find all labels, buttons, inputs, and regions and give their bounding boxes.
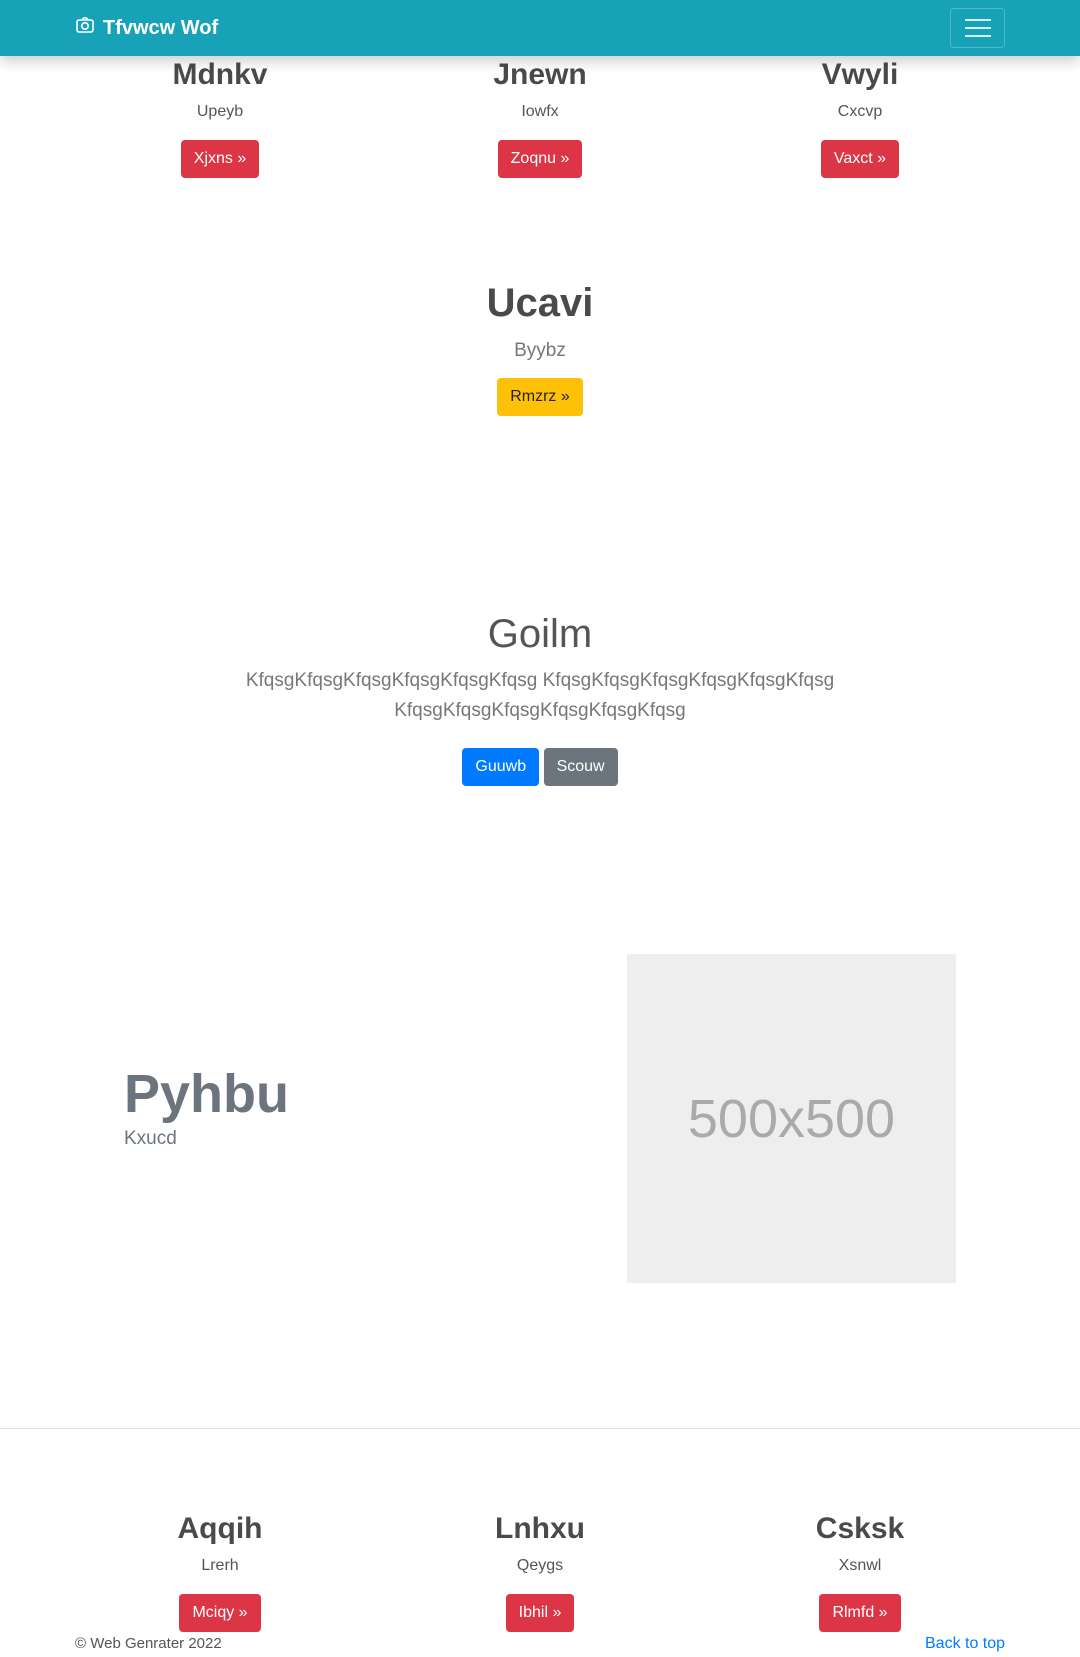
hero-text: KfqsgKfqsgKfqsgKfqsgKfqsgKfqsg KfqsgKfqs… [245,670,835,721]
back-to-top-link[interactable]: Back to top [925,1635,1005,1653]
navbar: Tfvwcw Wof [0,0,1080,56]
single-feature-button[interactable]: Rmzrz » [497,378,583,416]
feature-subtitle: Kxucd [124,1128,177,1149]
bottom-column-2: Lnhxu Qeygs Ibhil » [380,1512,700,1632]
single-feature: Ucavi Byybz Rmzrz » [0,280,1080,416]
bottom-column-1: Aqqih Lrerh Mciqy » [60,1512,380,1632]
brand-text: Tfvwcw Wof [103,16,219,39]
navbar-toggler-button[interactable] [950,8,1005,48]
column-button[interactable]: Vaxct » [820,140,900,178]
column-subtitle: Xsnwl [838,1557,882,1574]
column-button[interactable]: Mciqy » [179,1594,261,1632]
column-subtitle: Upeyb [196,103,244,120]
column-title: Csksk [815,1512,905,1545]
hero-secondary-button[interactable]: Scouw [543,748,618,786]
column-button[interactable]: Zoqnu » [497,140,583,178]
column-button[interactable]: Ibhil » [505,1594,575,1632]
single-feature-title: Ucavi [486,281,594,325]
menu-icon-bar [964,19,991,21]
column-title: Vwyli [821,58,899,91]
hero-buttons: Guuwb Scouw [0,748,1080,786]
placeholder-image: 500x500 [627,954,956,1283]
single-feature-subtitle: Byybz [514,340,566,361]
column-subtitle: Iowfx [521,103,559,120]
top-column-1: Mdnkv Upeyb Xjxns » [60,58,380,178]
camera-icon [75,15,95,41]
hero-title: Goilm [487,612,593,656]
footer-copyright: © Web Genrater 2022 [75,1635,222,1652]
column-subtitle: Qeygs [516,1557,564,1574]
column-title: Jnewn [493,58,587,91]
brand-link[interactable]: Tfvwcw Wof [75,16,218,40]
top-column-3: Vwyli Cxcvp Vaxct » [700,58,1020,178]
column-button[interactable]: Xjxns » [180,140,260,178]
hero-primary-button[interactable]: Guuwb [462,748,540,786]
column-title: Lnhxu [495,1512,585,1545]
hero-section: Goilm KfqsgKfqsgKfqsgKfqsgKfqsgKfqsg Kfq… [0,610,1080,786]
menu-icon-bar [964,35,991,37]
section-divider [0,1428,1080,1429]
bottom-column-3: Csksk Xsnwl Rlmfd » [700,1512,1020,1632]
column-title: Mdnkv [172,58,268,91]
column-title: Aqqih [177,1512,263,1545]
top-column-2: Jnewn Iowfx Zoqnu » [380,58,700,178]
placeholder-image-label: 500x500 [687,1088,896,1149]
menu-icon-bar [964,27,991,29]
column-button[interactable]: Rlmfd » [819,1594,901,1632]
column-subtitle: Cxcvp [837,103,883,120]
column-subtitle: Lrerh [201,1557,239,1574]
feature-title: Pyhbu [124,1064,290,1124]
